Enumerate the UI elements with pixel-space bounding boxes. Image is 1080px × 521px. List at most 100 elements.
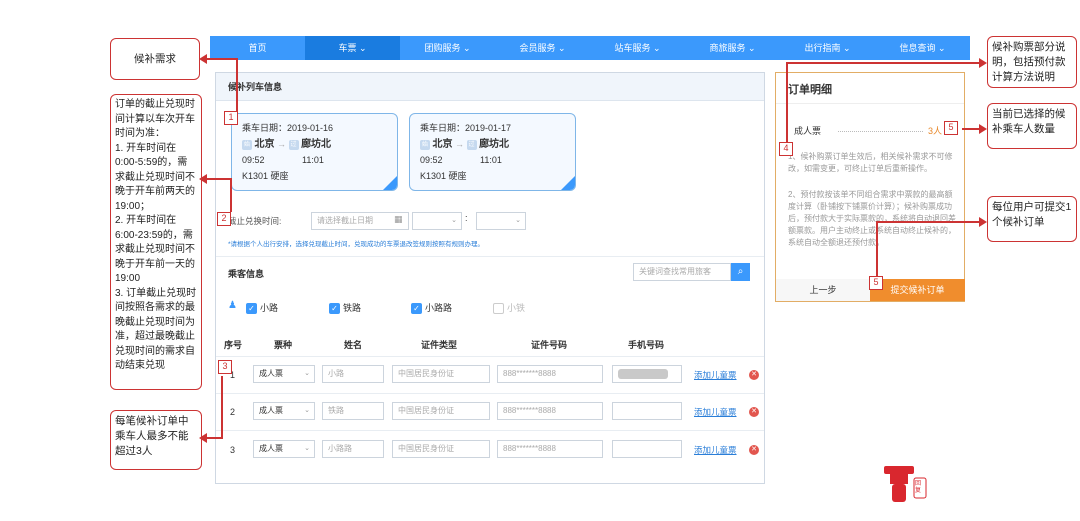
order-summary-panel: 订单明细 成人票 3人 1、候补购票订单生效后，相关候补需求不可修改，如需变更，… (775, 72, 965, 302)
top-nav: 首页 车票 ⌄ 团购服务 ⌄ 会员服务 ⌄ 站车服务 ⌄ 商旅服务 ⌄ 出行指南… (210, 36, 970, 60)
search-icon[interactable]: ⌕ (731, 263, 750, 281)
id-type-input[interactable]: 中国居民身份证 (392, 402, 490, 420)
checkbox-unchecked-icon (493, 303, 504, 315)
marker-badge: 5 (869, 276, 883, 290)
annotation-passenger-count: 当前已选择的候补乘车人数量 (987, 103, 1077, 149)
connector-line (230, 178, 232, 212)
row-no: 2 (230, 407, 236, 417)
passenger-check-2[interactable]: ✓ 铁路 (329, 301, 362, 315)
add-child-ticket-link[interactable]: 添加儿童票 (694, 406, 737, 418)
selected-corner-icon (383, 176, 397, 190)
from-station: 北京 (432, 139, 453, 150)
passenger-name: 铁路 (343, 303, 362, 313)
id-no-input[interactable]: 888*******8888 (497, 440, 603, 458)
passengers-title: 乘客信息 (228, 269, 265, 279)
arrow-right-icon (979, 217, 987, 227)
phone-input[interactable] (612, 440, 682, 458)
col-header-no: 序号 (224, 340, 243, 350)
col-header-phone: 手机号码 (628, 340, 665, 350)
nav-item-member[interactable]: 会员服务 ⌄ (495, 36, 590, 60)
ticket-card[interactable]: 乘车日期：2019-01-16 始 北京 → 过 廊坊北 09:52 11:01 … (231, 113, 398, 191)
col-header-ticket-type: 票种 (274, 340, 293, 350)
passenger-check-1[interactable]: ✓ 小路 (246, 301, 279, 315)
time-colon: : (465, 213, 468, 223)
phone-input[interactable] (612, 402, 682, 420)
connector-line (962, 128, 980, 130)
divider (838, 131, 923, 132)
dep-time: 09:52 (420, 155, 443, 165)
arrow-left-icon (199, 54, 207, 64)
name-input[interactable]: 小路路 (322, 440, 384, 458)
passenger-check-3[interactable]: ✓ 小路路 (411, 301, 452, 315)
order-item-label: 成人票 (794, 126, 822, 136)
arr-time: 11:01 (480, 155, 502, 165)
checkbox-checked-icon: ✓ (329, 303, 340, 315)
ticket-type-value: 成人票 (259, 369, 283, 378)
arrow-left-icon (199, 433, 207, 443)
annotation-deadline-rules: 订单的截止兑现时间计算以车次开车时间为准： 1. 开车时间在0:00-5:59的… (110, 94, 202, 390)
deadline-label: 截止兑换时间: (228, 216, 282, 226)
nav-item-info[interactable]: 信息查询 ⌄ (875, 36, 970, 60)
connector-line (786, 62, 788, 142)
arrow-icon: → (277, 139, 287, 149)
main-panel: 候补列车信息 乘车日期：2019-01-16 始 北京 → 过 廊坊北 09:5… (215, 72, 765, 484)
from-station: 北京 (254, 139, 275, 150)
passenger-name: 小路 (260, 303, 279, 313)
name-input[interactable]: 小路 (322, 365, 384, 383)
name-input[interactable]: 铁路 (322, 402, 384, 420)
ticket-type-select[interactable]: 成人票 ⌄ (253, 365, 315, 383)
nav-item-guide[interactable]: 出行指南 ⌄ (780, 36, 875, 60)
passenger-search-input[interactable]: 关键词查找常用旅客 (633, 263, 731, 281)
ticket-type-select[interactable]: 成人票 ⌄ (253, 440, 315, 458)
divider (216, 393, 764, 394)
arrow-icon: → (455, 139, 465, 149)
minute-select[interactable]: ⌄ (476, 212, 526, 230)
ticket-card[interactable]: 乘车日期：2019-01-17 始 北京 → 过 廊坊北 09:52 11:01 … (409, 113, 576, 191)
connector-line (876, 221, 980, 223)
phone-input[interactable] (612, 365, 682, 383)
connector-line (221, 376, 223, 438)
id-type-input[interactable]: 中国居民身份证 (392, 440, 490, 458)
marker-badge: 3 (218, 360, 232, 374)
train-no: K1301 (242, 171, 269, 181)
section-title-train: 候补列车信息 (216, 73, 764, 101)
id-type-input[interactable]: 中国居民身份证 (392, 365, 490, 383)
delete-row-icon[interactable]: ✕ (749, 445, 759, 455)
delete-row-icon[interactable]: ✕ (749, 407, 759, 417)
divider (776, 103, 964, 104)
pass-tag: 过 (466, 139, 477, 150)
connector-line (206, 437, 223, 439)
id-no-input[interactable]: 888*******8888 (497, 365, 603, 383)
id-no-input[interactable]: 888*******8888 (497, 402, 603, 420)
divider (216, 430, 764, 431)
ticket-type-select[interactable]: 成人票 ⌄ (253, 402, 315, 420)
calendar-icon[interactable]: ▦ (394, 214, 403, 225)
arr-time: 11:01 (302, 155, 324, 165)
hour-select[interactable]: ⌄ (412, 212, 462, 230)
ticket-type-value: 成人票 (259, 444, 283, 453)
submit-order-button[interactable]: 提交候补订单 (870, 279, 965, 301)
connector-line (236, 58, 238, 114)
nav-item-business[interactable]: 商旅服务 ⌄ (685, 36, 780, 60)
row-no: 3 (230, 445, 236, 455)
marker-badge: 4 (779, 142, 793, 156)
marker-badge: 2 (217, 212, 231, 226)
marker-badge: 5 (944, 121, 958, 135)
user-icon: ♟ (228, 300, 237, 311)
annotation-order-description: 候补购票部分说明，包括预付款计算方法说明 (987, 36, 1077, 88)
order-desc-1: 1、候补购票订单生效后，相关候补需求不可修改，如需变更，可终止订单后重新操作。 (788, 152, 953, 173)
divider (216, 256, 764, 257)
col-header-id-type: 证件类型 (421, 340, 458, 350)
connector-line (206, 178, 232, 180)
add-child-ticket-link[interactable]: 添加儿童票 (694, 369, 737, 381)
prev-step-button[interactable]: 上一步 (776, 279, 870, 301)
add-child-ticket-link[interactable]: 添加儿童票 (694, 444, 737, 456)
nav-item-group[interactable]: 团购服务 ⌄ (400, 36, 495, 60)
nav-item-tickets[interactable]: 车票 ⌄ (305, 36, 400, 60)
dep-time: 09:52 (242, 155, 265, 165)
delete-row-icon[interactable]: ✕ (749, 370, 759, 380)
nav-item-home[interactable]: 首页 (210, 36, 305, 60)
nav-item-station[interactable]: 站车服务 ⌄ (590, 36, 685, 60)
ticket-date: 乘车日期：2019-01-17 (420, 123, 512, 133)
passenger-check-4[interactable]: 小铁 (493, 301, 525, 315)
